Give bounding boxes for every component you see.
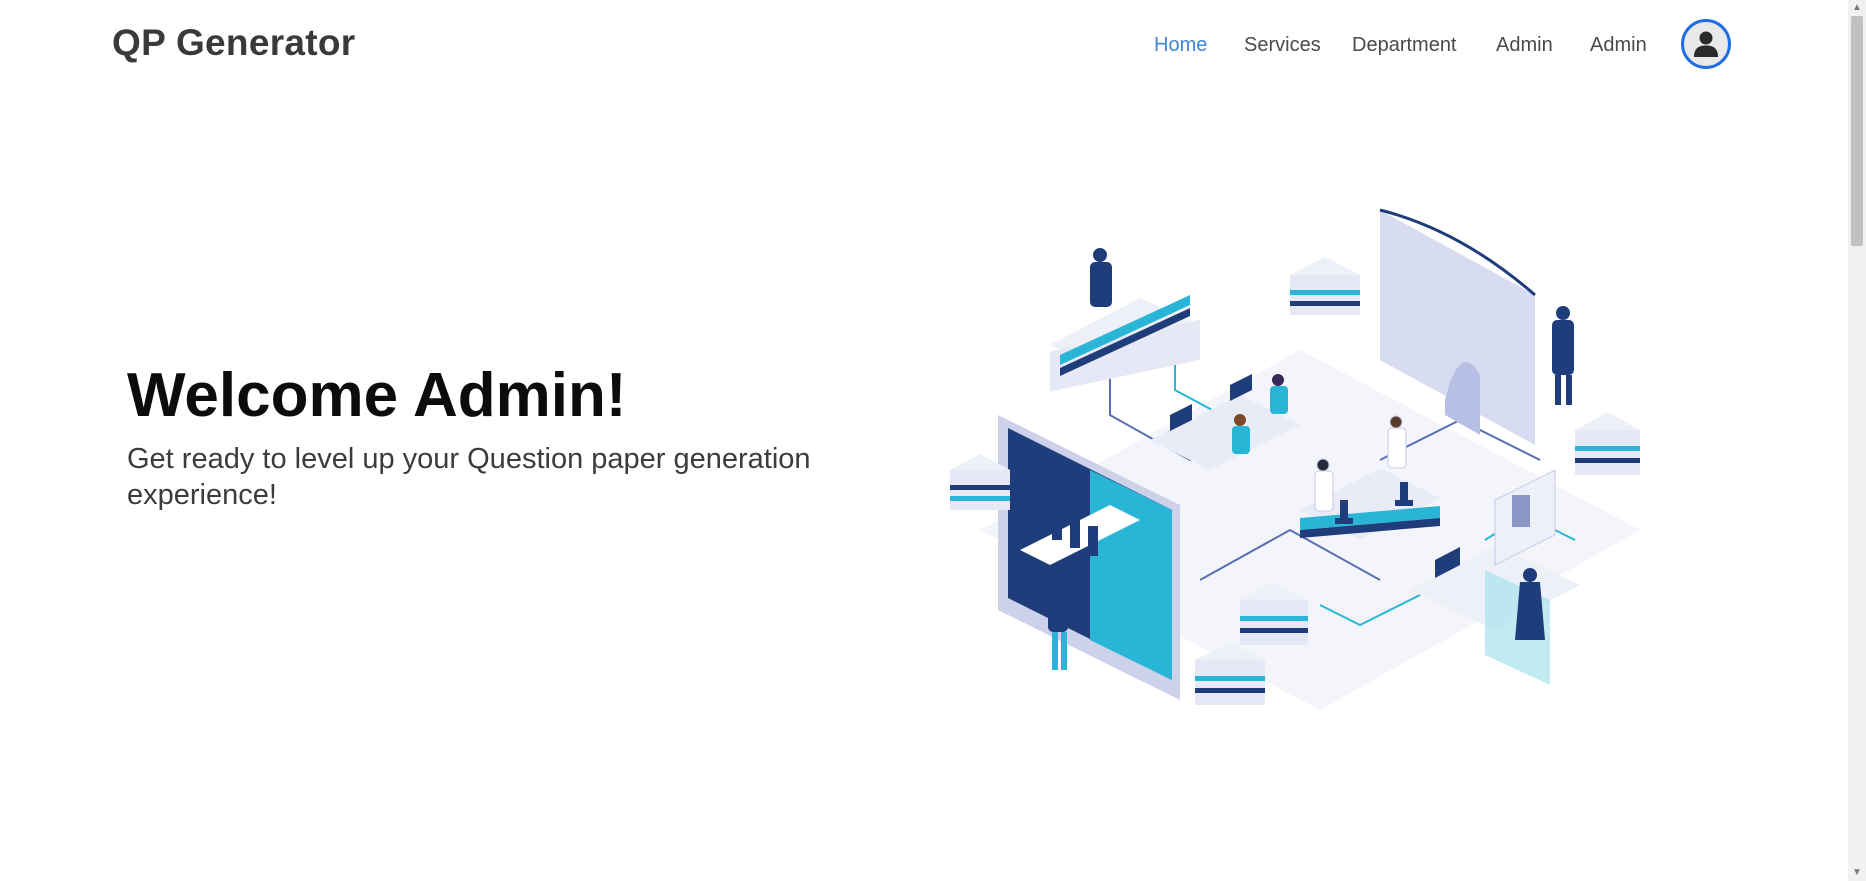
scroll-down-icon[interactable]: ▼ [1848, 865, 1866, 881]
main-nav: Home Services Department Admin Admin [0, 34, 1866, 56]
scroll-up-icon[interactable]: ▲ [1848, 0, 1866, 16]
scroll-thumb[interactable] [1851, 16, 1863, 246]
nav-home[interactable]: Home [1154, 34, 1207, 57]
nav-services[interactable]: Services [1244, 34, 1321, 57]
vertical-scrollbar[interactable]: ▲ ▼ [1848, 0, 1866, 881]
hero-title: Welcome Admin! [127, 361, 627, 430]
nav-department[interactable]: Department [1352, 34, 1457, 57]
profile-avatar[interactable] [1681, 19, 1731, 69]
isometric-lab-illustration [950, 208, 1640, 710]
hero-subtitle: Get ready to level up your Question pape… [127, 443, 811, 511]
nav-admin[interactable]: Admin [1496, 34, 1553, 57]
nav-admin-2[interactable]: Admin [1590, 34, 1647, 57]
user-icon [1694, 31, 1718, 57]
